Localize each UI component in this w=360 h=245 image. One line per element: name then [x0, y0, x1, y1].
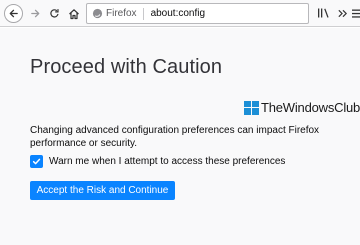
home-button[interactable]: [64, 4, 83, 23]
home-icon: [68, 8, 79, 19]
overflow-chevrons-icon: [337, 9, 347, 17]
forward-arrow-icon: [31, 9, 40, 18]
back-button[interactable]: [4, 4, 23, 23]
back-arrow-icon: [9, 9, 18, 18]
reload-button[interactable]: [45, 4, 64, 23]
library-icon: [317, 8, 329, 18]
menu-button[interactable]: [352, 6, 360, 20]
url-divider: [142, 7, 144, 20]
warn-checkbox-label[interactable]: Warn me when I attempt to access these p…: [49, 156, 285, 167]
watermark-text: TheWindowsClub: [261, 100, 360, 115]
identity-label: Firefox: [106, 8, 137, 19]
warn-checkbox[interactable]: [30, 155, 43, 168]
library-button[interactable]: [316, 6, 330, 20]
accept-risk-button[interactable]: Accept the Risk and Continue: [30, 181, 175, 200]
checkmark-icon: [32, 158, 41, 165]
forward-button[interactable]: [26, 4, 45, 23]
windows-logo-icon: [244, 100, 259, 115]
menu-icon: [352, 9, 360, 18]
firefox-identity-icon[interactable]: [91, 8, 103, 20]
url-bar[interactable]: Firefox about:config: [86, 3, 309, 24]
page-title: Proceed with Caution: [30, 56, 223, 78]
url-text[interactable]: about:config: [151, 8, 206, 19]
browser-toolbar: Firefox about:config: [0, 0, 360, 27]
overflow-button[interactable]: [336, 6, 348, 20]
watermark: TheWindowsClub: [244, 100, 360, 115]
warning-description: Changing advanced configuration preferen…: [30, 125, 320, 149]
warn-checkbox-row[interactable]: Warn me when I attempt to access these p…: [30, 155, 285, 168]
reload-icon: [50, 9, 59, 18]
